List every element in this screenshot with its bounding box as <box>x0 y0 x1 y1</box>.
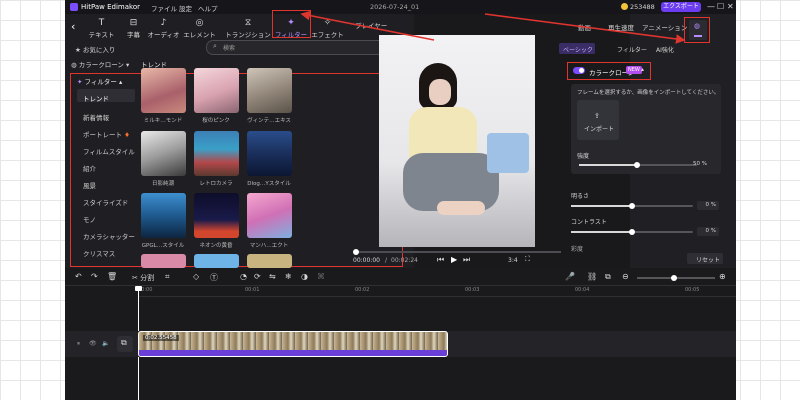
annotation-arrows <box>300 10 686 44</box>
arrow-to-color-clone-tab <box>484 13 686 44</box>
arrow-to-filter-tab <box>300 10 435 41</box>
